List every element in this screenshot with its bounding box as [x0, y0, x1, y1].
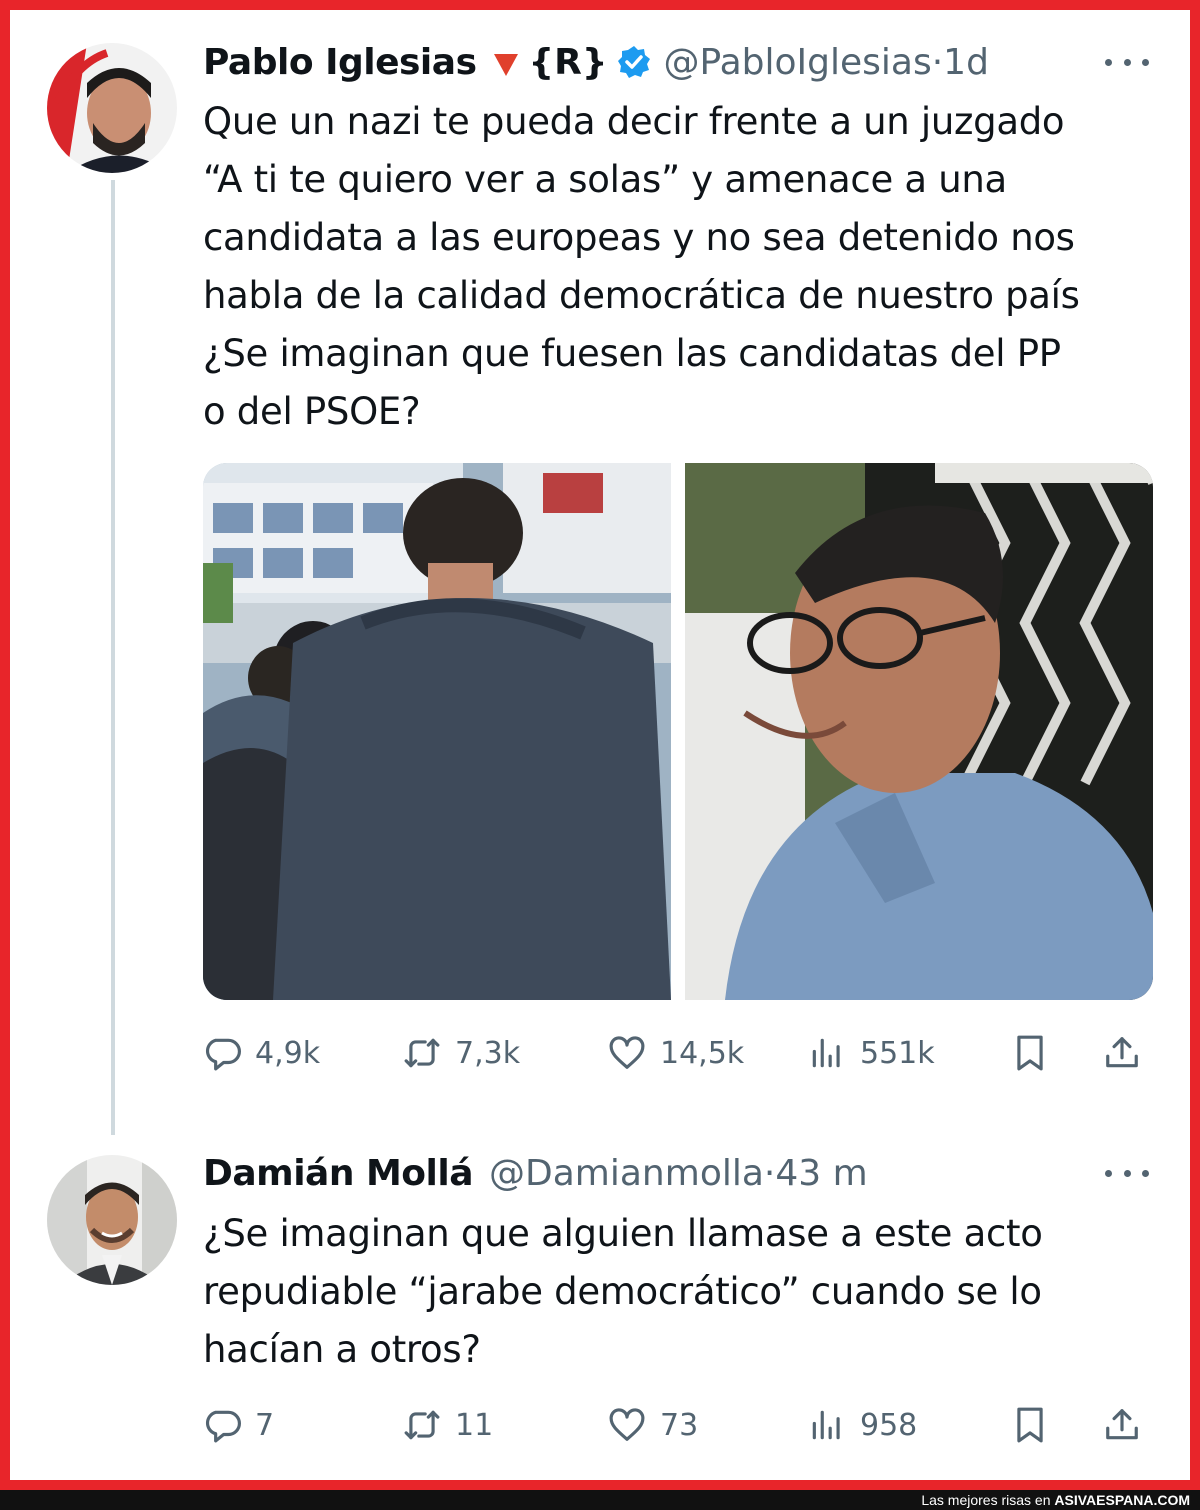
author-handle[interactable]: @PabloIglesias [663, 42, 931, 83]
heart-icon [608, 1406, 646, 1444]
views-icon [808, 1034, 846, 1072]
repost-icon [403, 1034, 441, 1072]
repost-button[interactable]: 7,3k [403, 1028, 520, 1078]
like-count: 14,5k [660, 1035, 745, 1071]
footer-site[interactable]: ASIVAESPANA.COM [1054, 1492, 1190, 1508]
heart-icon [608, 1034, 646, 1072]
reply-icon [203, 1034, 241, 1072]
tweet1-actions: 4,9k 7,3k 14,5k 551k [203, 1028, 1153, 1078]
author-name[interactable]: Pablo Iglesias [203, 42, 477, 83]
timestamp[interactable]: 1d [943, 42, 989, 83]
tweet2-text: ¿Se imaginan que alguien llamase a este … [203, 1212, 1043, 1371]
footer-prefix: Las mejores risas en [921, 1492, 1055, 1508]
tweet1-text: Que un nazi te pueda decir frente a un j… [203, 100, 1080, 433]
bookmark-icon [1011, 1034, 1049, 1072]
tweet1-media[interactable] [203, 463, 1153, 1000]
repost-button[interactable]: 11 [403, 1400, 493, 1450]
media-photo-right[interactable] [685, 463, 1153, 1000]
reply-button[interactable]: 4,9k [203, 1028, 320, 1078]
more-icon[interactable] [1105, 55, 1149, 69]
separator-dot: · [931, 41, 944, 83]
avatar-pablo-iglesias[interactable] [47, 43, 177, 173]
tweet2-header: Damián Mollá @Damianmolla · 43 m [203, 1148, 868, 1198]
views-count: 551k [860, 1035, 935, 1071]
share-icon [1103, 1034, 1141, 1072]
bookmark-button[interactable] [1011, 1028, 1049, 1078]
reply-icon [203, 1406, 241, 1444]
like-button[interactable]: 14,5k [608, 1028, 744, 1078]
like-count: 73 [660, 1407, 699, 1443]
views-button[interactable]: 958 [808, 1400, 917, 1450]
reply-count: 4,9k [255, 1035, 321, 1071]
thread-connector-line [111, 180, 115, 1135]
tweet1-header: Pablo Iglesias {R} @PabloIglesias · 1d [203, 37, 989, 87]
share-button[interactable] [1103, 1028, 1141, 1078]
repost-count: 7,3k [455, 1035, 521, 1071]
share-icon [1103, 1406, 1141, 1444]
author-name[interactable]: Damián Mollá [203, 1153, 474, 1194]
bookmark-icon [1011, 1406, 1049, 1444]
author-tag: {R} [528, 41, 608, 83]
views-button[interactable]: 551k [808, 1028, 935, 1078]
media-photo-left[interactable] [203, 463, 671, 1000]
separator-dot: · [763, 1152, 776, 1194]
bookmark-button[interactable] [1011, 1400, 1049, 1450]
views-icon [808, 1406, 846, 1444]
views-count: 958 [860, 1407, 918, 1443]
author-handle[interactable]: @Damianmolla [489, 1153, 764, 1194]
red-triangle-icon [491, 47, 521, 77]
tweet2-actions: 7 11 73 958 [203, 1400, 1153, 1450]
more-icon[interactable] [1105, 1166, 1149, 1180]
avatar-damian-molla[interactable] [47, 1155, 177, 1285]
like-button[interactable]: 73 [608, 1400, 698, 1450]
reply-count: 7 [255, 1407, 275, 1443]
repost-count: 11 [455, 1407, 494, 1443]
watermark-footer: Las mejores risas en ASIVAESPANA.COM [0, 1490, 1200, 1510]
share-button[interactable] [1103, 1400, 1141, 1450]
repost-icon [403, 1406, 441, 1444]
timestamp[interactable]: 43 m [775, 1153, 867, 1194]
verified-badge-icon [617, 45, 651, 79]
reply-button[interactable]: 7 [203, 1400, 274, 1450]
